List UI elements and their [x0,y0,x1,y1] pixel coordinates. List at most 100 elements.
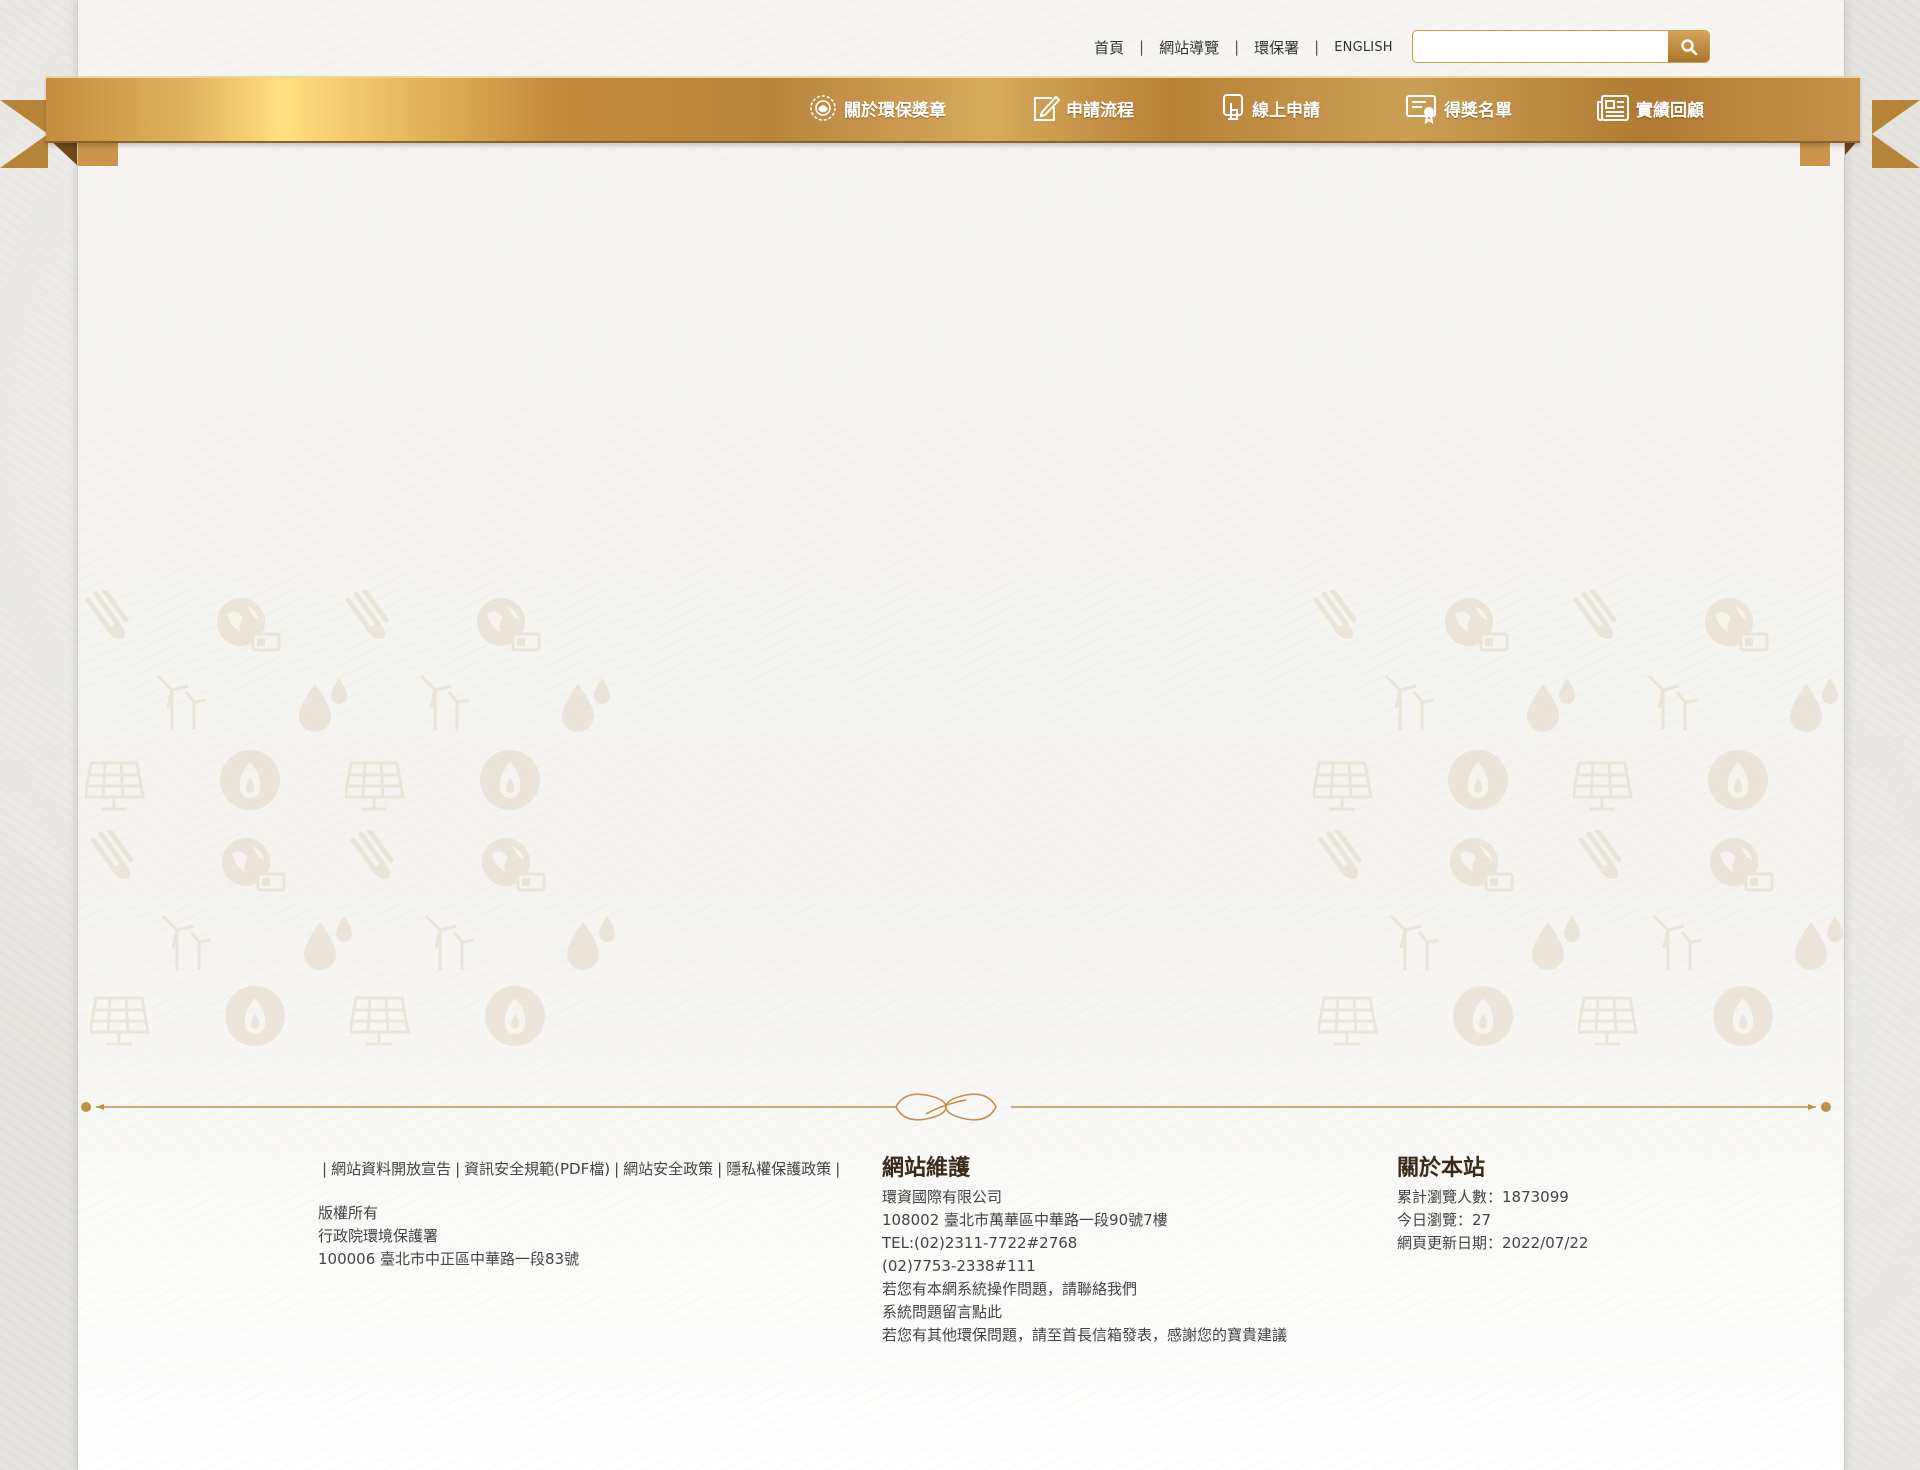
copyright-label: 版權所有 [318,1204,379,1222]
flame-icon [1708,750,1768,810]
footer-link-security-spec[interactable]: 資訊安全規範(PDF檔) [464,1160,610,1178]
bulb-icon [1313,590,1357,639]
flame-icon [1713,986,1773,1046]
maintenance-tel2: (02)7753-2338#111 [882,1257,1036,1275]
wind-turbine-icon [156,674,207,730]
eco-pattern-right [1308,590,1848,1060]
water-drop-icon [1527,678,1575,732]
bulb-icon [345,590,389,639]
main-nav-label: 得獎名單 [1444,100,1512,121]
maintenance-tel: TEL:(02)2311-7722#2768 [882,1234,1078,1252]
director-mailbox-link[interactable]: 若您有其他環保問題，請至首長信箱發表，感謝您的寶貴建議 [882,1324,1287,1347]
wind-turbine-icon [1389,914,1440,970]
separator: | [717,1160,723,1178]
globe-battery-icon [477,598,541,652]
water-drop-icon [567,916,615,970]
solar-panel-icon [345,761,405,811]
solar-panel-icon [350,996,410,1046]
bulb-icon [85,590,129,639]
wind-turbine-icon [419,674,470,730]
bulb-icon [1573,590,1617,639]
separator: | [1314,38,1320,56]
footer-copyright: 版權所有 行政院環境保護署 100006 臺北市中正區中華路一段83號 [318,1202,579,1271]
separator: | [614,1160,620,1178]
search-button[interactable] [1668,31,1709,62]
footer-link-open-data[interactable]: 網站資料開放宣告 [331,1160,451,1178]
certificate-icon [1406,95,1436,124]
ribbon-fold-right-inner [1800,140,1830,166]
ribbon-tail-left [0,100,48,168]
flame-icon [1448,750,1508,810]
flame-icon [480,750,540,810]
main-nav-label: 實績回顧 [1636,100,1704,121]
water-drop-icon [1795,916,1843,970]
footer-divider [81,1093,1831,1121]
main-nav-winners[interactable]: 得獎名單 [1404,92,1512,124]
newspaper-icon [1597,95,1629,121]
contact-us-link[interactable]: 若您有本網系統操作問題，請聯絡我們 [882,1278,1287,1301]
about-title: 關於本站 [1397,1156,1486,1181]
main-nav-process[interactable]: 申請流程 [1030,92,1134,124]
separator: | [1139,38,1145,56]
eco-pattern-left [80,590,620,1060]
main-nav-label: 申請流程 [1066,100,1134,121]
bulb-icon [350,830,394,879]
globe-battery-icon [1450,838,1514,892]
wind-turbine-icon [1647,674,1698,730]
water-drop-icon [299,678,347,732]
globe-battery-icon [1705,598,1769,652]
footer-link-privacy[interactable]: 隱私權保護政策 [726,1160,831,1178]
main-nav-label: 線上申請 [1252,100,1320,121]
maintenance-company: 環資國際有限公司 [882,1188,1003,1206]
wind-turbine-icon [1652,914,1703,970]
nav-sitemap-link[interactable]: 網站導覽 [1159,37,1219,58]
solar-panel-icon [90,996,150,1046]
main-nav-apply[interactable]: 線上申請 [1218,92,1320,124]
bulb-icon [90,830,134,879]
bulb-icon [1318,830,1362,879]
main-nav: 關於環保獎章 申請流程 線上申請 得獎名單 實績回顧 [806,92,1704,124]
footer-about: 關於本站 累計瀏覽人數：1873099 今日瀏覽：27 網頁更新日期：2022/… [1397,1154,1588,1255]
flame-icon [485,986,545,1046]
footer-link-security-policy[interactable]: 網站安全政策 [623,1160,713,1178]
solar-panel-icon [1573,761,1633,811]
solar-panel-icon [1313,761,1373,811]
ribbon-tail-right [1872,100,1920,168]
footer-maintenance: 網站維護 環資國際有限公司 108002 臺北市萬華區中華路一段90號7樓 TE… [882,1154,1287,1347]
separator: | [835,1160,841,1178]
wind-turbine-icon [161,914,212,970]
wind-turbine-icon [1384,674,1435,730]
nav-english-link[interactable]: ENGLISH [1334,40,1393,55]
water-drop-icon [1790,678,1838,732]
wind-turbine-icon [424,914,475,970]
solar-panel-icon [1578,996,1638,1046]
last-updated: 網頁更新日期：2022/07/22 [1397,1234,1589,1252]
system-message-link[interactable]: 系統問題留言點此 [882,1301,1287,1324]
copyright-address: 100006 臺北市中正區中華路一段83號 [318,1250,580,1268]
flame-icon [220,750,280,810]
solar-panel-icon [1318,996,1378,1046]
flame-icon [1453,986,1513,1046]
total-views: 累計瀏覽人數：1873099 [1397,1188,1569,1206]
nav-home-link[interactable]: 首頁 [1094,37,1124,58]
main-nav-about[interactable]: 關於環保獎章 [806,92,946,124]
water-drop-icon [562,678,610,732]
search-icon [1680,38,1697,55]
globe-battery-icon [222,838,286,892]
globe-battery-icon [482,838,546,892]
copyright-org: 行政院環境保護署 [318,1227,439,1245]
water-drop-icon [304,916,352,970]
top-utility-nav: 首頁 | 網站導覽 | 環保署 | ENGLISH [1094,37,1393,57]
footer-policy-links: | 網站資料開放宣告 | 資訊安全規範(PDF檔) | 網站安全政策 | 隱私權保護政策 | [318,1158,844,1179]
maintenance-title: 網站維護 [882,1156,971,1181]
main-nav-label: 關於環保獎章 [844,100,946,121]
main-nav-review[interactable]: 實績回顧 [1596,92,1704,124]
bulb-icon [1578,830,1622,879]
flame-icon [225,986,285,1046]
search-input[interactable] [1413,31,1668,62]
today-views: 今日瀏覽：27 [1397,1211,1492,1229]
globe-battery-icon [217,598,281,652]
nav-epa-link[interactable]: 環保署 [1254,37,1299,58]
edit-icon [1034,95,1061,121]
globe-battery-icon [1710,838,1774,892]
